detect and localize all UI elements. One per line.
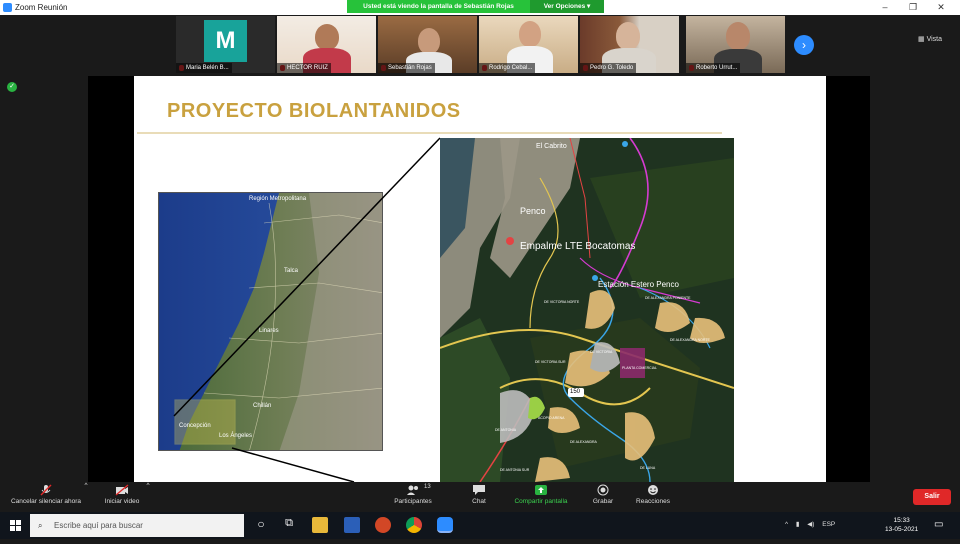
- clock-time: 15:33: [893, 517, 910, 524]
- word-icon[interactable]: [344, 517, 360, 533]
- zoom-taskbar-icon[interactable]: [437, 517, 453, 533]
- screen-share-banner: Usted está viendo la pantalla de Sebasti…: [347, 0, 530, 13]
- participant-video-head: [519, 21, 541, 47]
- input-language[interactable]: ESP: [822, 521, 835, 528]
- participant-tile[interactable]: Rodrigo Cebal...: [479, 16, 578, 73]
- start-video-label: Iniciar video: [104, 498, 140, 505]
- windows-taskbar: ⌕ Escribe aquí para buscar ○ ⧉ ^ ▮ ◀) ES…: [0, 512, 960, 539]
- route-marker: 150: [570, 389, 581, 395]
- participant-name: Sebastián Rojas: [378, 63, 435, 73]
- clock-date: 13-05-2021: [885, 526, 919, 533]
- participant-tile[interactable]: M Maria Belén B...: [176, 16, 275, 73]
- map-small-label: PLANTA COMERCIAL: [622, 366, 657, 370]
- presentation-slide: PROYECTO BIOLANTANIDOS Región Metropolit…: [134, 76, 826, 482]
- system-clock[interactable]: 15:33 13-05-2021: [885, 516, 918, 534]
- map-small-label: DE ANTONIA SUR: [500, 468, 530, 472]
- record-label: Grabar: [592, 498, 614, 505]
- reactions-icon: [648, 485, 658, 495]
- participants-icon: [407, 485, 418, 495]
- participant-name: Rodrigo Cebal...: [479, 63, 536, 73]
- tray-chevron-icon[interactable]: ^: [785, 521, 788, 528]
- map-small-label: ACOPIO ARENA: [538, 416, 565, 420]
- close-window-button[interactable]: ✕: [932, 1, 950, 14]
- volume-icon[interactable]: ◀): [807, 521, 814, 528]
- chat-label: Chat: [472, 498, 486, 505]
- window-title-bar: Zoom Reunión Usted está viendo la pantal…: [0, 0, 960, 15]
- participant-name: HECTOR RUIZ: [277, 63, 331, 73]
- chrome-icon[interactable]: [406, 517, 422, 533]
- share-screen-button[interactable]: Compartir pantalla: [506, 482, 576, 505]
- leave-meeting-button[interactable]: Salir: [913, 489, 951, 505]
- next-page-button[interactable]: ›: [794, 35, 814, 55]
- share-screen-label: Compartir pantalla: [514, 498, 568, 505]
- participant-avatar: M: [204, 20, 247, 62]
- start-video-button[interactable]: Iniciar video: [100, 482, 144, 505]
- map-small-label: DE ALEXANDRA NORTE: [670, 338, 710, 342]
- participant-video-head: [418, 28, 440, 54]
- map-small-label: DE ALEXANDRA: [570, 440, 597, 444]
- participant-tile[interactable]: HECTOR RUIZ: [277, 16, 376, 73]
- taskbar-search-box[interactable]: ⌕ Escribe aquí para buscar: [30, 514, 244, 537]
- participant-name: Pedro G. Toledo: [580, 63, 637, 73]
- system-tray: ^ ▮ ◀) ESP: [785, 520, 835, 528]
- participant-tile[interactable]: Roberto Urrut...: [686, 16, 785, 73]
- search-placeholder: Escribe aquí para buscar: [54, 521, 143, 530]
- chat-icon: [473, 485, 485, 495]
- cortana-icon[interactable]: ○: [253, 517, 269, 533]
- chat-button[interactable]: Chat: [462, 482, 496, 505]
- minimize-button[interactable]: –: [876, 1, 894, 14]
- mute-button[interactable]: Cancelar silenciar ahora: [4, 482, 88, 505]
- maximize-button[interactable]: ❐: [904, 1, 922, 14]
- reactions-label: Reacciones: [636, 498, 670, 505]
- map-label: Penco: [520, 206, 546, 216]
- zoom-app-icon: [3, 3, 12, 12]
- audio-options-caret[interactable]: ^: [80, 482, 92, 489]
- window-title: Zoom Reunión: [15, 3, 68, 12]
- participants-label: Participantes: [394, 498, 432, 505]
- participant-name: Roberto Urrut...: [686, 63, 741, 73]
- map-small-label: DE VICTORIA NORTE: [544, 300, 580, 304]
- network-icon[interactable]: ▮: [796, 521, 800, 528]
- start-button[interactable]: [0, 512, 30, 539]
- map-label: Estación Estero Penco: [598, 280, 679, 289]
- mute-button-label: Cancelar silenciar ahora: [10, 498, 82, 505]
- windows-logo-icon: [10, 520, 21, 531]
- map-small-label: DE ALEXANDRA PONIENTE: [645, 296, 691, 300]
- meeting-controls-bar: Cancelar silenciar ahora ^ Iniciar video…: [0, 482, 960, 512]
- map-small-label: DE VICTORIA SUR: [535, 360, 566, 364]
- map-label: Empalme LTE Bocatomas: [520, 241, 636, 252]
- notifications-icon[interactable]: ▭: [934, 519, 943, 530]
- record-button[interactable]: Grabar: [586, 482, 620, 505]
- gallery-view-button[interactable]: ▦ Vista: [918, 35, 942, 43]
- participant-gallery: M Maria Belén B... HECTOR RUIZ Sebastián…: [0, 15, 960, 75]
- video-options-caret[interactable]: ^: [142, 482, 154, 489]
- participant-video-head: [616, 22, 640, 50]
- file-explorer-icon[interactable]: [312, 517, 328, 533]
- view-options-button[interactable]: Ver Opciones ▾: [530, 0, 604, 13]
- powerpoint-icon[interactable]: [375, 517, 391, 533]
- project-detail-satellite-map: El Cabrito Penco Empalme LTE Bocatomas E…: [440, 138, 734, 482]
- participant-video-head: [315, 24, 339, 50]
- search-icon: ⌕: [38, 521, 43, 530]
- video-camera-off-icon: [115, 484, 129, 496]
- reactions-button[interactable]: Reacciones: [630, 482, 676, 505]
- detail-map-graphic: [440, 138, 734, 482]
- microphone-muted-icon: [40, 484, 52, 496]
- participant-video-head: [726, 22, 750, 50]
- participant-tile[interactable]: Pedro G. Toledo: [580, 16, 679, 73]
- participant-name: Maria Belén B...: [176, 63, 232, 73]
- encryption-shield-icon[interactable]: ✓: [7, 82, 17, 92]
- task-view-icon[interactable]: ⧉: [281, 517, 297, 533]
- map-small-label: DE LUNA: [640, 466, 656, 470]
- participant-tile[interactable]: Sebastián Rojas: [378, 16, 477, 73]
- map-small-label: DE ANTONIA: [495, 428, 517, 432]
- gallery-view-label: Vista: [926, 36, 942, 43]
- share-screen-icon: [535, 485, 547, 495]
- record-icon: [597, 484, 609, 496]
- map-small-label: DE VICTORIA: [590, 350, 613, 354]
- map-label: El Cabrito: [536, 143, 567, 150]
- participants-count: 13: [424, 484, 431, 490]
